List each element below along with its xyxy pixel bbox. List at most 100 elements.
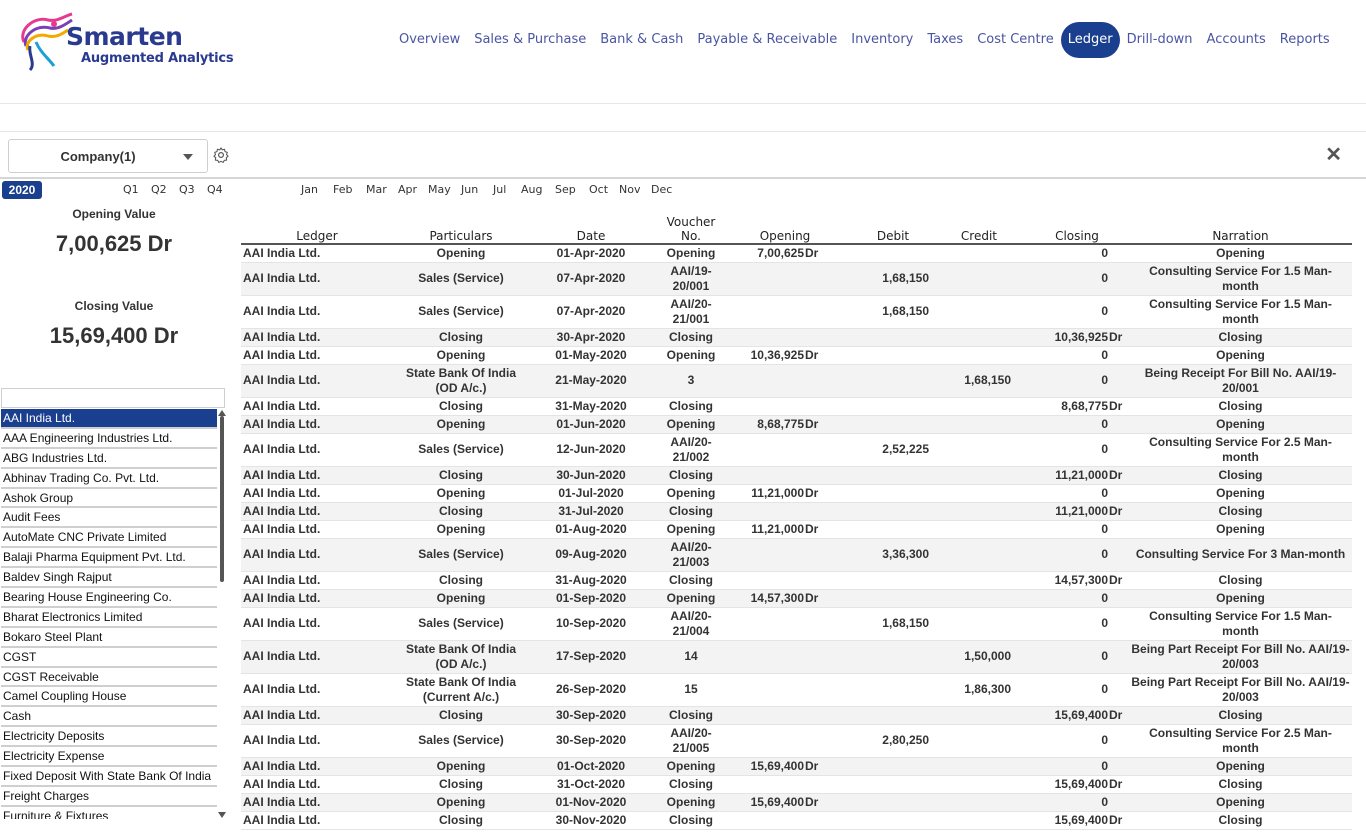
table-row[interactable]: AAI India Ltd. Closing 30-Jun-2020 Closing 1… bbox=[241, 466, 1352, 485]
table-row[interactable]: AAI India Ltd. Sales (Service) 12-Jun-2020… bbox=[241, 433, 1352, 467]
table-row[interactable]: AAI India Ltd. Closing 31-Jul-2020 Closing 1… bbox=[241, 502, 1352, 521]
nav-ledger[interactable]: Ledger bbox=[1060, 22, 1120, 58]
list-item[interactable]: Audit Fees bbox=[1, 508, 217, 529]
table-row[interactable]: AAI India Ltd. Opening 01-Nov-2020 Opening 1… bbox=[241, 793, 1352, 812]
list-item[interactable]: Fixed Deposit With State Bank Of India bbox=[1, 767, 217, 787]
cell-debit bbox=[841, 415, 945, 434]
col-header-debit[interactable]: Debit bbox=[841, 215, 945, 245]
table-row[interactable]: AAI India Ltd. Closing 30-Nov-2020 Closing 1… bbox=[241, 811, 1352, 830]
table-row[interactable]: AAI India Ltd. Sales (Service) 07-Apr-2020… bbox=[241, 262, 1352, 296]
ledger-search-input[interactable] bbox=[1, 388, 225, 408]
month-jan[interactable]: Jan bbox=[301, 183, 318, 196]
table-row[interactable]: AAI India Ltd. Opening 01-Aug-2020 Opening 1… bbox=[241, 520, 1352, 539]
col-header-voucher[interactable]: Voucher No. bbox=[653, 215, 729, 245]
close-icon[interactable]: ✕ bbox=[1325, 142, 1342, 167]
list-item[interactable]: Balaji Pharma Equipment Pvt. Ltd. bbox=[1, 548, 217, 569]
list-item[interactable]: Baldev Singh Rajput bbox=[1, 568, 217, 589]
table-row[interactable]: AAI India Ltd. Closing 31-May-2020 Closing 8… bbox=[241, 397, 1352, 416]
table-row[interactable]: AAI India Ltd. Closing 30-Apr-2020 Closing 1… bbox=[241, 328, 1352, 347]
col-header-date[interactable]: Date bbox=[529, 215, 653, 245]
list-item[interactable]: Cash bbox=[1, 707, 217, 728]
list-item[interactable]: Abhinav Trading Co. Pvt. Ltd. bbox=[1, 469, 217, 489]
quarter-q4[interactable]: Q4 bbox=[207, 183, 223, 196]
col-header-closing[interactable]: Closing bbox=[1025, 215, 1129, 245]
nav-overview[interactable]: Overview bbox=[392, 22, 467, 58]
month-jun[interactable]: Jun bbox=[461, 183, 478, 196]
nav-reports[interactable]: Reports bbox=[1273, 22, 1337, 58]
month-mar[interactable]: Mar bbox=[366, 183, 387, 196]
scroll-thumb[interactable] bbox=[220, 416, 224, 582]
year-2020-button[interactable]: 2020 bbox=[2, 181, 42, 199]
list-item[interactable]: AAA Engineering Industries Ltd. bbox=[1, 429, 217, 449]
cell-closing: 0 bbox=[1025, 589, 1129, 608]
nav-sales-purchase[interactable]: Sales & Purchase bbox=[467, 22, 593, 58]
col-header-narration[interactable]: Narration bbox=[1129, 215, 1352, 245]
col-header-opening[interactable]: Opening bbox=[729, 215, 841, 245]
table-row[interactable]: AAI India Ltd. Opening 01-Apr-2020 Opening 7… bbox=[241, 244, 1352, 263]
nav-cost-centre[interactable]: Cost Centre bbox=[970, 22, 1061, 58]
list-item[interactable]: Electricity Deposits bbox=[1, 727, 217, 748]
list-item[interactable]: CGST bbox=[1, 648, 217, 668]
list-item[interactable]: Bearing House Engineering Co. bbox=[1, 588, 217, 608]
month-oct[interactable]: Oct bbox=[589, 183, 608, 196]
table-row[interactable]: AAI India Ltd. Sales (Service) 07-Apr-2020… bbox=[241, 295, 1352, 329]
col-header-particulars[interactable]: Particulars bbox=[393, 215, 529, 245]
scroll-down-icon[interactable] bbox=[218, 812, 226, 818]
table-row[interactable]: AAI India Ltd. Sales (Service) 09-Aug-2020… bbox=[241, 538, 1352, 572]
list-item[interactable]: Bharat Electronics Limited bbox=[1, 608, 217, 628]
table-row[interactable]: AAI India Ltd. Opening 01-Jun-2020 Opening 8… bbox=[241, 415, 1352, 434]
table-row[interactable]: AAI India Ltd. Closing 31-Oct-2020 Closing 1… bbox=[241, 775, 1352, 794]
table-row[interactable]: AAI India Ltd. Sales (Service) 10-Sep-2020… bbox=[241, 607, 1352, 641]
quarter-q1[interactable]: Q1 bbox=[123, 183, 139, 196]
table-row[interactable]: AAI India Ltd. Closing 30-Sep-2020 Closing 1… bbox=[241, 706, 1352, 725]
cell-debit: 1,68,150 bbox=[841, 295, 945, 329]
list-item[interactable]: Freight Charges bbox=[1, 787, 217, 807]
list-item[interactable]: Camel Coupling House bbox=[1, 687, 217, 708]
table-row[interactable]: AAI India Ltd. State Bank Of India (OD A/… bbox=[241, 640, 1352, 674]
cell-debit bbox=[841, 520, 945, 539]
nav-taxes[interactable]: Taxes bbox=[920, 22, 970, 58]
quarter-q2[interactable]: Q2 bbox=[151, 183, 167, 196]
col-header-credit[interactable]: Credit bbox=[945, 215, 1025, 245]
table-row[interactable]: AAI India Ltd. State Bank Of India (OD A/… bbox=[241, 364, 1352, 398]
list-item[interactable]: Ashok Group bbox=[1, 489, 217, 509]
list-item[interactable]: AAI India Ltd. bbox=[1, 409, 217, 429]
table-row[interactable]: AAI India Ltd. Opening 01-Jul-2020 Opening 1… bbox=[241, 484, 1352, 503]
cell-credit bbox=[945, 262, 1025, 296]
table-row[interactable]: AAI India Ltd. State Bank Of India (Curre… bbox=[241, 673, 1352, 707]
nav-drill-down[interactable]: Drill-down bbox=[1120, 22, 1200, 58]
month-dec[interactable]: Dec bbox=[651, 183, 672, 196]
cell-closing: 8,68,775Dr bbox=[1025, 397, 1129, 416]
nav-bank-cash[interactable]: Bank & Cash bbox=[593, 22, 690, 58]
table-row[interactable]: AAI India Ltd. Closing 31-Aug-2020 Closing 1… bbox=[241, 571, 1352, 590]
table-row[interactable]: AAI India Ltd. Opening 01-May-2020 Opening 1… bbox=[241, 346, 1352, 365]
nav-accounts[interactable]: Accounts bbox=[1200, 22, 1273, 58]
quarter-q3[interactable]: Q3 bbox=[179, 183, 195, 196]
nav-payable-receivable[interactable]: Payable & Receivable bbox=[690, 22, 844, 58]
month-may[interactable]: May bbox=[428, 183, 451, 196]
list-item[interactable]: ABG Industries Ltd. bbox=[1, 449, 217, 469]
table-row[interactable]: AAI India Ltd. Sales (Service) 30-Sep-2020… bbox=[241, 724, 1352, 758]
list-item[interactable]: CGST Receivable bbox=[1, 668, 217, 688]
month-sep[interactable]: Sep bbox=[555, 183, 576, 196]
month-jul[interactable]: Jul bbox=[493, 183, 506, 196]
month-feb[interactable]: Feb bbox=[333, 183, 352, 196]
company-dropdown[interactable]: Company(1) bbox=[8, 139, 208, 173]
cell-debit bbox=[841, 244, 945, 263]
table-row[interactable]: AAI India Ltd. Opening 01-Oct-2020 Opening 1… bbox=[241, 757, 1352, 776]
list-item[interactable]: Bokaro Steel Plant bbox=[1, 628, 217, 648]
cell-opening bbox=[729, 433, 841, 467]
ledger-list-scrollbar[interactable] bbox=[218, 410, 226, 818]
month-aug[interactable]: Aug bbox=[521, 183, 542, 196]
gear-icon[interactable] bbox=[212, 146, 230, 164]
month-apr[interactable]: Apr bbox=[398, 183, 417, 196]
table-row[interactable]: AAI India Ltd. Opening 01-Sep-2020 Opening 1… bbox=[241, 589, 1352, 608]
nav-inventory[interactable]: Inventory bbox=[844, 22, 920, 58]
list-item[interactable]: Electricity Expense bbox=[1, 747, 217, 768]
cell-opening bbox=[729, 538, 841, 572]
brand-logo[interactable]: Smarten Augmented Analytics bbox=[14, 12, 244, 74]
col-header-ledger[interactable]: Ledger bbox=[241, 215, 393, 245]
list-item[interactable]: Furniture & Fixtures bbox=[1, 807, 217, 819]
list-item[interactable]: AutoMate CNC Private Limited bbox=[1, 528, 217, 549]
month-nov[interactable]: Nov bbox=[619, 183, 640, 196]
